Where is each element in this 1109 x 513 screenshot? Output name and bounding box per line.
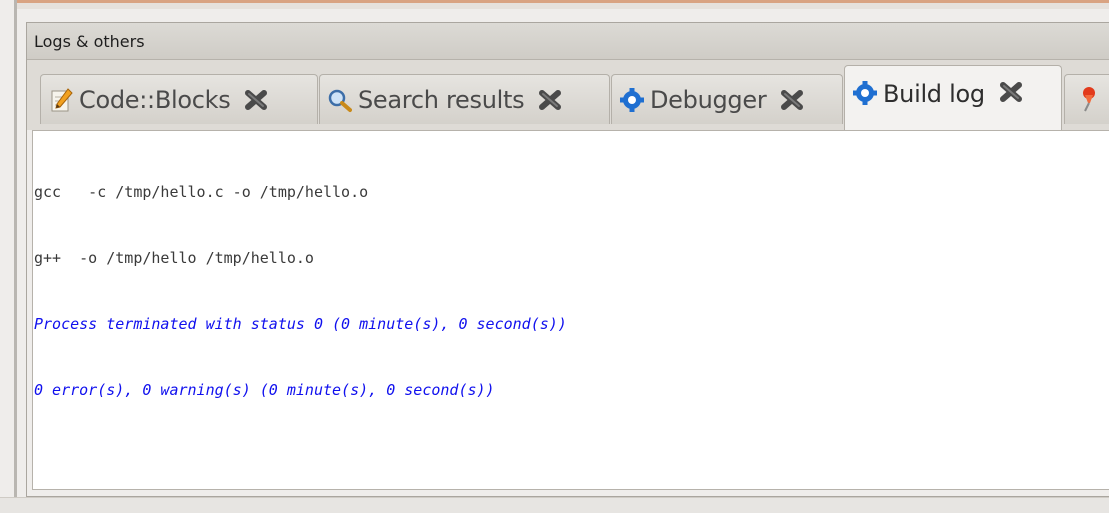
log-line: gcc -c /tmp/hello.c -o /tmp/hello.o: [34, 183, 369, 201]
tab-codeblocks[interactable]: Code::Blocks: [40, 74, 318, 124]
magnifier-icon: [328, 87, 352, 113]
gear-icon: [853, 80, 877, 106]
left-splitter[interactable]: [14, 0, 17, 500]
tab-overflow[interactable]: [1064, 74, 1109, 124]
top-window-edge: [17, 0, 1109, 9]
logs-panel: Logs & others Code::Blocks Search result…: [26, 22, 1109, 497]
status-strip: [0, 497, 1109, 513]
log-line: Process terminated with status 0 (0 minu…: [34, 315, 567, 333]
log-line: 0 error(s), 0 warning(s) (0 minute(s), 0…: [34, 381, 495, 399]
panel-title: Logs & others: [34, 32, 145, 51]
close-icon[interactable]: [536, 88, 564, 112]
tab-label: Build log: [883, 80, 985, 108]
note-pencil-icon: [49, 87, 73, 113]
tab-debugger[interactable]: Debugger: [611, 74, 843, 124]
tab-label: Search results: [358, 85, 525, 114]
panel-header[interactable]: Logs & others: [27, 23, 1109, 60]
codeblocks-logs-screen: Logs & others Code::Blocks Search result…: [0, 0, 1109, 513]
build-log-output[interactable]: gcc -c /tmp/hello.c -o /tmp/hello.o g++ …: [32, 130, 1109, 490]
tab-strip: Code::Blocks Search results Debugger Bui…: [27, 60, 1109, 130]
tab-label: Code::Blocks: [79, 85, 231, 114]
close-icon[interactable]: [242, 88, 270, 112]
close-icon[interactable]: [997, 80, 1025, 104]
pushpin-icon: [1075, 87, 1101, 117]
tab-search-results[interactable]: Search results: [319, 74, 610, 124]
tab-label: Debugger: [650, 85, 767, 114]
log-line: g++ -o /tmp/hello /tmp/hello.o: [34, 249, 314, 267]
gear-icon: [620, 87, 644, 113]
close-icon[interactable]: [778, 88, 806, 112]
tab-build-log[interactable]: Build log: [844, 65, 1062, 130]
